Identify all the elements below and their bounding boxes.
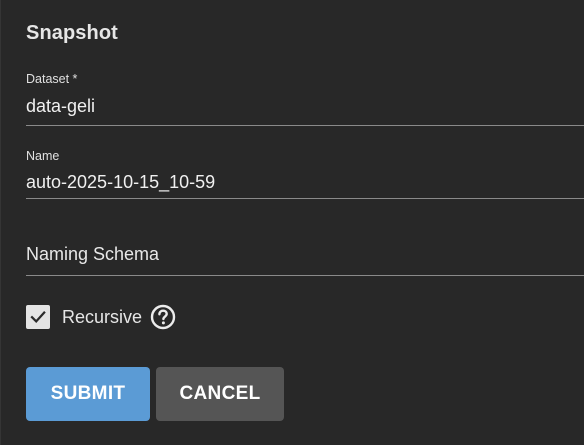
recursive-checkbox[interactable]: [26, 305, 50, 329]
naming-schema-underline: [26, 275, 584, 276]
dataset-label: Dataset *: [26, 72, 78, 86]
naming-schema-field[interactable]: [26, 240, 584, 278]
check-icon: [30, 311, 46, 323]
dataset-select-value[interactable]: data-geli: [26, 96, 566, 117]
cancel-button[interactable]: CANCEL: [156, 367, 284, 421]
help-circle-icon[interactable]: [150, 304, 176, 330]
submit-button[interactable]: SUBMIT: [26, 367, 150, 421]
recursive-label: Recursive: [62, 306, 143, 327]
recursive-row: Recursive: [26, 304, 176, 330]
name-input[interactable]: [26, 172, 566, 193]
name-label: Name: [26, 149, 60, 163]
snapshot-dialog: Snapshot Dataset * data-geli Name Recurs…: [0, 0, 584, 445]
dialog-title: Snapshot: [26, 22, 118, 44]
name-field[interactable]: Name: [26, 148, 584, 202]
dataset-field[interactable]: Dataset * data-geli: [26, 70, 584, 128]
dataset-underline: [26, 125, 584, 126]
naming-schema-input[interactable]: [26, 244, 566, 265]
name-underline: [26, 198, 584, 199]
